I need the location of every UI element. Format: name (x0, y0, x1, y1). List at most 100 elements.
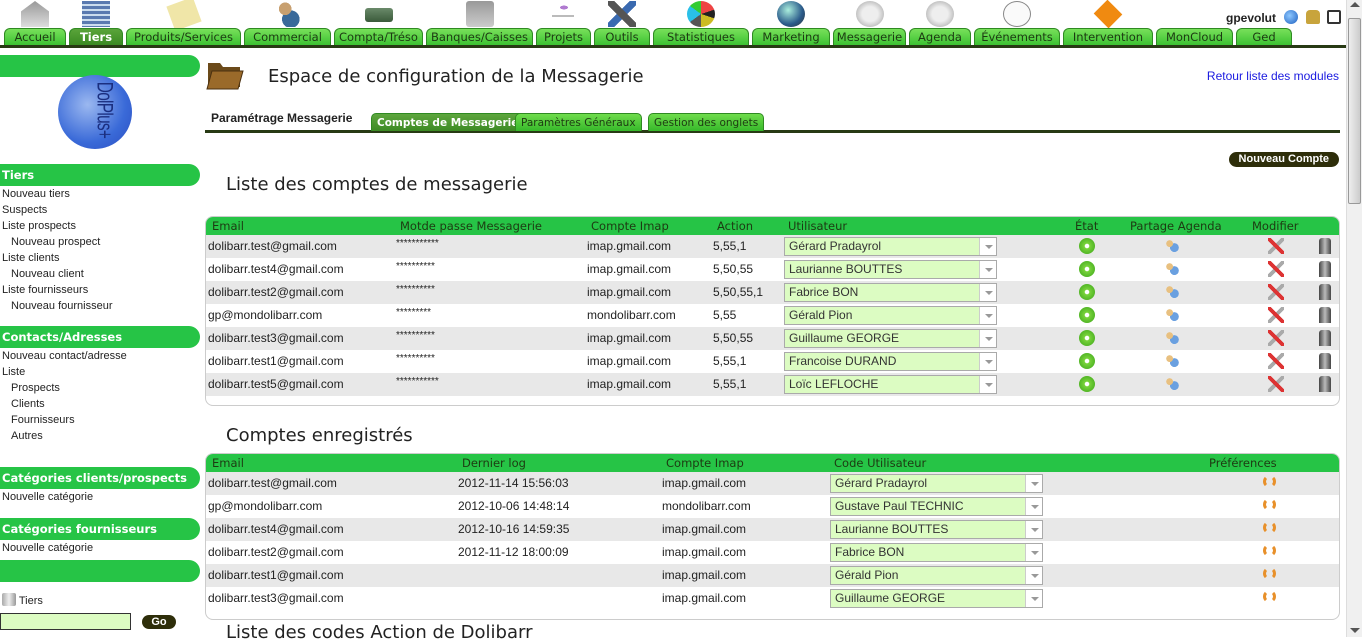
user-select[interactable]: Fabrice BON (784, 283, 997, 302)
menu-tab-projets[interactable]: Projets (536, 0, 591, 47)
chevron-down-icon[interactable] (979, 330, 996, 347)
menu-tab-label[interactable]: Produits/Services (126, 28, 241, 45)
menu-tab-label[interactable]: Outils (594, 28, 650, 45)
building-icon[interactable] (82, 1, 110, 27)
username[interactable]: gpevolut (1226, 11, 1276, 25)
sidebar-item[interactable]: Liste fournisseurs (0, 282, 200, 298)
home-icon[interactable] (21, 1, 49, 27)
sidebar-item[interactable]: Nouveau prospect (0, 234, 200, 250)
menu-tab-accueil[interactable]: Accueil (4, 0, 66, 47)
edit-tools-icon[interactable] (1268, 376, 1284, 392)
sidebar-item[interactable]: Nouvelle catégorie (0, 540, 200, 556)
mail-clock-icon[interactable] (855, 1, 884, 27)
user-select[interactable]: Guillaume GEORGE (830, 589, 1043, 608)
menu-tab-agenda[interactable]: Agenda (909, 0, 971, 47)
tab-parametres-generaux[interactable]: Paramètres Généraux (515, 113, 642, 131)
share-agenda-icon[interactable] (1164, 261, 1180, 277)
safe-icon[interactable] (465, 1, 494, 27)
menu-tab-produits-services[interactable]: Produits/Services (126, 0, 241, 47)
chevron-down-icon[interactable] (1025, 590, 1042, 607)
sidebar-item[interactable]: Nouveau client (0, 266, 200, 282)
share-agenda-icon[interactable] (1164, 284, 1180, 300)
chevron-down-icon[interactable] (1025, 544, 1042, 561)
delete-trash-icon[interactable] (1319, 330, 1331, 346)
share-agenda-icon[interactable] (1164, 353, 1180, 369)
delete-trash-icon[interactable] (1319, 353, 1331, 369)
printer-icon[interactable] (1327, 10, 1341, 24)
menu-tab-label[interactable]: Intervention (1063, 28, 1153, 45)
preferences-refresh-icon[interactable] (1263, 590, 1276, 603)
menu-tab-marketing[interactable]: Marketing (752, 0, 830, 47)
go-button[interactable]: Go (142, 615, 176, 629)
tiers-search-input[interactable] (0, 613, 131, 630)
menu-tab-outils[interactable]: Outils (594, 0, 650, 47)
sidebar-item[interactable]: Nouveau contact/adresse (0, 348, 200, 364)
chevron-down-icon[interactable] (979, 238, 996, 255)
user-select[interactable]: Laurianne BOUTTES (830, 520, 1043, 539)
sidebar-item[interactable]: Liste prospects (0, 218, 200, 234)
delete-trash-icon[interactable] (1319, 284, 1331, 300)
chevron-down-icon[interactable] (979, 376, 996, 393)
menu-tab-label[interactable]: Marketing (752, 28, 830, 45)
preferences-refresh-icon[interactable] (1263, 567, 1276, 580)
user-select[interactable]: Gérald Pion (830, 566, 1043, 585)
menu-tab-intervention[interactable]: Intervention (1063, 0, 1153, 47)
menu-tab-label[interactable]: Messagerie (833, 28, 906, 45)
menu-tab-label[interactable]: Ged (1236, 28, 1292, 45)
money-icon[interactable] (364, 8, 393, 22)
tab-comptes-messagerie[interactable]: Comptes de Messagerie (371, 113, 525, 131)
sidebar-item[interactable]: Clients (0, 396, 200, 412)
sidebar-item[interactable]: Liste clients (0, 250, 200, 266)
share-agenda-icon[interactable] (1164, 330, 1180, 346)
preferences-refresh-icon[interactable] (1263, 521, 1276, 534)
sidebar-section-title[interactable]: Catégories fournisseurs (0, 518, 200, 540)
share-agenda-icon[interactable] (1164, 238, 1180, 254)
chevron-down-icon[interactable] (1025, 521, 1042, 538)
menu-tab-label[interactable]: Banques/Caisses (426, 28, 533, 45)
tools-icon[interactable] (608, 1, 636, 27)
user-select[interactable]: Loïc LEFLOCHE (784, 375, 997, 394)
delete-trash-icon[interactable] (1319, 261, 1331, 277)
user-select[interactable]: Guillaume GEORGE (784, 329, 997, 348)
scroll-up-arrow-icon[interactable] (1350, 2, 1360, 7)
vertical-scrollbar[interactable] (1346, 0, 1362, 637)
preferences-refresh-icon[interactable] (1263, 498, 1276, 511)
edit-tools-icon[interactable] (1268, 330, 1284, 346)
user-select[interactable]: Gérard Pradayrol (830, 474, 1043, 493)
chevron-down-icon[interactable] (979, 284, 996, 301)
sidebar-item[interactable]: Nouveau fournisseur (0, 298, 200, 314)
sidebar-item[interactable]: Fournisseurs (0, 412, 200, 428)
box-icon[interactable] (165, 0, 202, 32)
edit-tools-icon[interactable] (1268, 284, 1284, 300)
lock-icon[interactable] (1306, 10, 1320, 24)
user-select[interactable]: Gérard Pradayrol (784, 237, 997, 256)
menu-tab-messagerie[interactable]: Messagerie (833, 0, 906, 47)
menu-tab--v-nements[interactable]: Événements (974, 0, 1060, 47)
user-select[interactable]: Gustave Paul TECHNIC (830, 497, 1043, 516)
delete-trash-icon[interactable] (1319, 376, 1331, 392)
menu-tab-compta-tr-so[interactable]: Compta/Tréso (334, 0, 423, 47)
share-agenda-icon[interactable] (1164, 307, 1180, 323)
chevron-down-icon[interactable] (979, 353, 996, 370)
roadwork-icon[interactable] (1093, 0, 1123, 29)
sidebar-item[interactable]: Nouveau tiers (0, 186, 200, 202)
menu-tab-label[interactable]: Tiers (69, 28, 123, 45)
menu-tab-label[interactable]: MonCloud (1156, 28, 1233, 45)
edit-tools-icon[interactable] (1268, 353, 1284, 369)
clock-icon[interactable] (1003, 1, 1031, 27)
user-select[interactable]: Fabrice BON (830, 543, 1043, 562)
menu-tab-moncloud[interactable]: MonCloud (1156, 0, 1233, 47)
edit-tools-icon[interactable] (1268, 238, 1284, 254)
menu-tab-label[interactable]: Compta/Tréso (334, 28, 423, 45)
sidebar-section-title[interactable]: Catégories clients/prospects (0, 467, 200, 489)
sidebar-item[interactable]: Nouvelle catégorie (0, 489, 200, 505)
edit-tools-icon[interactable] (1268, 261, 1284, 277)
user-select[interactable]: Francoise DURAND (784, 352, 997, 371)
chevron-down-icon[interactable] (1025, 567, 1042, 584)
back-to-modules-link[interactable]: Retour liste des modules (1207, 69, 1339, 83)
menu-tab-label[interactable]: Agenda (909, 28, 971, 45)
menu-tab-statistiques[interactable]: Statistiques (653, 0, 749, 47)
sidebar-section-title[interactable]: Contacts/Adresses (0, 326, 200, 348)
user-select[interactable]: Laurianne BOUTTES (784, 260, 997, 279)
chevron-down-icon[interactable] (1025, 475, 1042, 492)
